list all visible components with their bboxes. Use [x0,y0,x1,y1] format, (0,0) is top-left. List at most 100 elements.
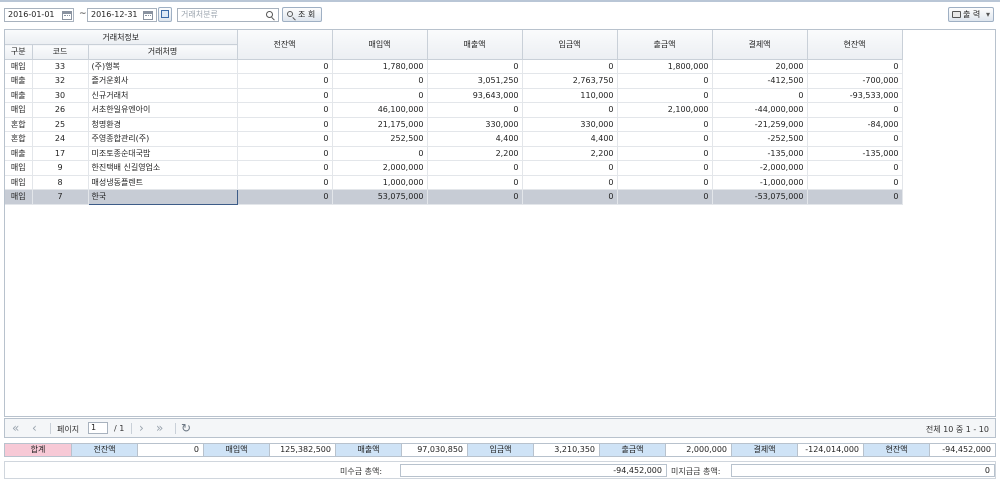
cell-settlement[interactable]: -53,075,000 [712,189,808,205]
cell-code[interactable]: 33 [32,59,89,74]
cell-sales[interactable]: 93,643,000 [427,88,523,103]
cell-purchase[interactable]: 0 [332,146,428,161]
cell-balance[interactable]: 0 [807,175,903,190]
cell-name[interactable]: 주영종합관리(주) [88,131,238,147]
header-balance[interactable]: 현잔액 [807,30,903,60]
cell-prev-balance[interactable]: 0 [237,146,333,161]
cell-balance[interactable]: 0 [807,160,903,176]
cell-settlement[interactable]: -44,000,000 [712,102,808,118]
cell-type[interactable]: 매출 [5,146,33,161]
cell-type[interactable]: 매입 [5,102,33,118]
cell-balance[interactable]: -135,000 [807,146,903,161]
cell-prev-balance[interactable]: 0 [237,117,333,132]
table-row[interactable]: 매입 33 (주)행복 0 1,780,000 0 0 1,800,000 20,000 0 [5,59,903,74]
cell-settlement[interactable]: -252,500 [712,131,808,147]
cell-withdrawal[interactable]: 0 [617,88,713,103]
cell-sales[interactable]: 0 [427,160,523,176]
search-button[interactable]: 조 회 [282,7,322,22]
cell-balance[interactable]: -84,000 [807,117,903,132]
cell-prev-balance[interactable]: 0 [237,102,333,118]
cell-withdrawal[interactable]: 0 [617,189,713,205]
refresh-icon[interactable]: ↻ [181,422,191,434]
cell-purchase[interactable]: 21,175,000 [332,117,428,132]
table-row[interactable]: 매입 26 서초한일유엔아이 0 46,100,000 0 0 2,100,000 -44,00… [5,102,903,118]
cell-balance[interactable]: 0 [807,102,903,118]
next-page-icon[interactable]: › [139,422,144,434]
cell-balance[interactable]: -700,000 [807,73,903,89]
cell-settlement[interactable]: 20,000 [712,59,808,74]
cell-withdrawal[interactable]: 2,100,000 [617,102,713,118]
cell-code[interactable]: 25 [32,117,89,132]
cell-code[interactable]: 17 [32,146,89,161]
cell-settlement[interactable]: -135,000 [712,146,808,161]
cell-deposit[interactable]: 110,000 [522,88,618,103]
cell-type[interactable]: 매입 [5,175,33,190]
header-type[interactable]: 구분 [5,44,33,60]
page-number-input[interactable]: 1 [88,422,108,434]
cell-deposit[interactable]: 0 [522,59,618,74]
cell-settlement[interactable]: -21,259,000 [712,117,808,132]
cell-balance[interactable]: -93,533,000 [807,88,903,103]
table-row[interactable]: 혼합 25 청명환경 0 21,175,000 330,000 330,000 0 -21,25… [5,117,903,132]
cell-balance[interactable]: 0 [807,131,903,147]
cell-code[interactable]: 32 [32,73,89,89]
cell-type[interactable]: 혼합 [5,131,33,147]
header-settlement[interactable]: 결제액 [712,30,808,60]
cell-prev-balance[interactable]: 0 [237,131,333,147]
cell-name[interactable]: 신규거래처 [88,88,238,103]
cell-purchase[interactable]: 1,000,000 [332,175,428,190]
cell-deposit[interactable]: 0 [522,160,618,176]
cell-code[interactable]: 7 [32,189,89,205]
cell-type[interactable]: 매출 [5,73,33,89]
cell-deposit[interactable]: 4,400 [522,131,618,147]
cell-deposit[interactable]: 330,000 [522,117,618,132]
cell-settlement[interactable]: -412,500 [712,73,808,89]
cell-withdrawal[interactable]: 1,800,000 [617,59,713,74]
cell-sales[interactable]: 330,000 [427,117,523,132]
cell-code[interactable]: 26 [32,102,89,118]
cell-sales[interactable]: 0 [427,59,523,74]
header-purchase[interactable]: 매입액 [332,30,428,60]
cell-sales[interactable]: 2,200 [427,146,523,161]
last-page-icon[interactable]: » [156,422,163,434]
cell-withdrawal[interactable]: 0 [617,117,713,132]
cell-prev-balance[interactable]: 0 [237,59,333,74]
table-row[interactable]: 매출 32 즐거운회사 0 0 3,051,250 2,763,750 0 -412,500 -7… [5,73,903,89]
cell-balance[interactable]: 0 [807,59,903,74]
cell-purchase[interactable]: 46,100,000 [332,102,428,118]
cell-name[interactable]: 청명환경 [88,117,238,132]
cell-balance[interactable]: 0 [807,189,903,205]
cell-prev-balance[interactable]: 0 [237,73,333,89]
partner-category-search-input[interactable]: 거래처분류 [177,8,279,22]
cell-code[interactable]: 9 [32,160,89,176]
cell-type[interactable]: 매입 [5,189,33,205]
cell-code[interactable]: 8 [32,175,89,190]
cell-name[interactable]: 한국 [87,189,238,205]
print-button[interactable]: 출 력 ▾ [948,7,994,22]
cell-name[interactable]: 서초한일유엔아이 [88,102,238,118]
cell-sales[interactable]: 4,400 [427,131,523,147]
cell-settlement[interactable]: -1,000,000 [712,175,808,190]
cell-purchase[interactable]: 0 [332,73,428,89]
calendar-button[interactable] [158,7,172,22]
cell-withdrawal[interactable]: 0 [617,175,713,190]
cell-purchase[interactable]: 1,780,000 [332,59,428,74]
cell-deposit[interactable]: 2,200 [522,146,618,161]
cell-type[interactable]: 매입 [5,160,33,176]
cell-deposit[interactable]: 0 [522,102,618,118]
cell-name[interactable]: (주)행복 [88,59,238,74]
cell-sales[interactable]: 0 [427,189,523,205]
cell-sales[interactable]: 0 [427,175,523,190]
cell-deposit[interactable]: 0 [522,175,618,190]
cell-purchase[interactable]: 252,500 [332,131,428,147]
cell-type[interactable]: 혼합 [5,117,33,132]
cell-settlement[interactable]: -2,000,000 [712,160,808,176]
table-row[interactable]: 매출 17 미조토종순대국밥 0 0 2,200 2,200 0 -135,000 -135,00… [5,146,903,161]
cell-type[interactable]: 매출 [5,88,33,103]
cell-settlement[interactable]: 0 [712,88,808,103]
cell-purchase[interactable]: 2,000,000 [332,160,428,176]
table-row[interactable]: 매입 9 한진택배 신길영업소 0 2,000,000 0 0 0 -2,000,000 0 [5,160,903,176]
search-icon[interactable] [266,11,273,18]
prev-page-icon[interactable]: ‹ [32,422,37,434]
header-deposit[interactable]: 입금액 [522,30,618,60]
